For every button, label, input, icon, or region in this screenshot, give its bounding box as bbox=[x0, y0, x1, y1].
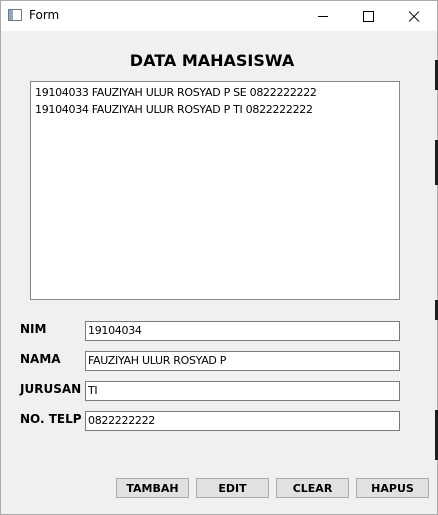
nim-label: NIM bbox=[20, 322, 47, 336]
jurusan-label: JURUSAN bbox=[20, 382, 82, 396]
title-bar[interactable]: Form bbox=[1, 1, 437, 31]
telp-field[interactable]: 0822222222 bbox=[85, 411, 400, 431]
jurusan-field[interactable]: TI bbox=[85, 381, 400, 401]
edit-button[interactable]: EDIT bbox=[196, 478, 269, 498]
tambah-button[interactable]: TAMBAH bbox=[116, 478, 189, 498]
clear-button[interactable]: CLEAR bbox=[276, 478, 349, 498]
hapus-button[interactable]: HAPUS bbox=[356, 478, 429, 498]
nama-field[interactable]: FAUZIYAH ULUR ROSYAD P bbox=[85, 351, 400, 371]
list-item[interactable]: 19104034 FAUZIYAH ULUR ROSYAD P TI 08222… bbox=[35, 102, 395, 119]
minimize-icon bbox=[318, 15, 328, 17]
maximize-icon bbox=[362, 10, 374, 22]
window-title: Form bbox=[29, 8, 60, 22]
list-item[interactable]: 19104033 FAUZIYAH ULUR ROSYAD P SE 08222… bbox=[35, 85, 395, 102]
maximize-button[interactable] bbox=[345, 1, 391, 31]
close-icon bbox=[408, 10, 420, 22]
minimize-button[interactable] bbox=[300, 1, 346, 31]
nama-label: NAMA bbox=[20, 352, 61, 366]
form-icon bbox=[8, 9, 22, 21]
close-button[interactable] bbox=[391, 1, 437, 31]
nim-field[interactable]: 19104034 bbox=[85, 321, 400, 341]
page-title: DATA MAHASISWA bbox=[129, 51, 295, 70]
telp-label: NO. TELP bbox=[20, 412, 82, 426]
student-listbox[interactable]: 19104033 FAUZIYAH ULUR ROSYAD P SE 08222… bbox=[30, 81, 400, 300]
